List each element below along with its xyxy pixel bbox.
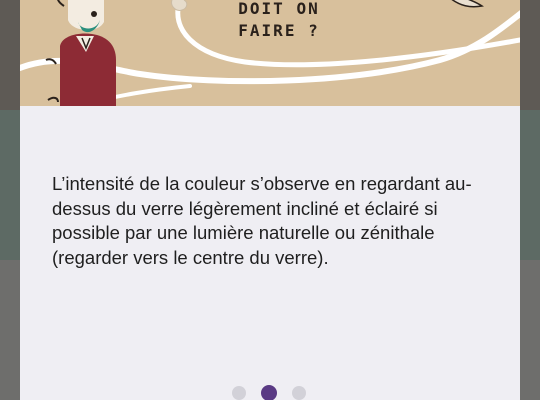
caption-line-2: FAIRE ? <box>238 21 320 40</box>
description-text: L’intensité de la couleur s’observe en r… <box>52 173 472 268</box>
page-dot-3[interactable] <box>292 386 306 400</box>
page-dot-1[interactable] <box>232 386 246 400</box>
onboarding-card: DOIT ON FAIRE ? L’intensité de la couleu… <box>20 0 520 400</box>
caption-line-1: DOIT ON <box>238 0 320 18</box>
pagination-dots <box>20 384 520 400</box>
illustration-caption: DOIT ON FAIRE ? <box>234 0 324 42</box>
page-dot-2-active[interactable] <box>261 385 277 400</box>
header-illustration: DOIT ON FAIRE ? <box>20 0 520 106</box>
